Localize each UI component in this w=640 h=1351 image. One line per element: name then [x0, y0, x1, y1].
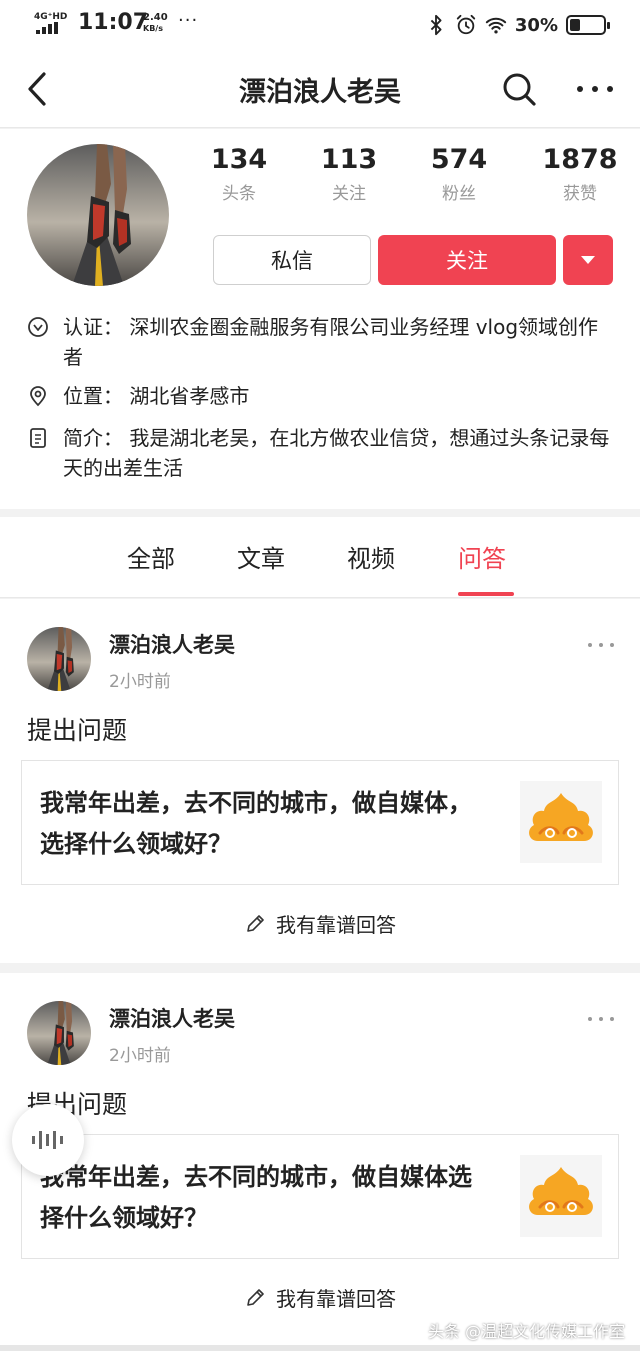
- content-tabs: 全部 文章 视频 问答: [0, 517, 640, 598]
- stat-label: 关注: [332, 184, 366, 204]
- post-type: 提出问题: [27, 716, 128, 745]
- question-text: 我常年出差，去不同的城市，做自媒体，选择什么领域好？: [40, 789, 472, 858]
- answer-button[interactable]: 我有靠谱回答: [0, 1283, 640, 1312]
- top-nav-bar: 漂泊浪人老吴: [0, 50, 640, 128]
- stat-value: 113: [320, 144, 378, 175]
- tab-all[interactable]: 全部: [127, 539, 175, 574]
- follow-dropdown-button[interactable]: [563, 235, 613, 285]
- status-overflow: ···: [178, 10, 199, 31]
- stat-value: 574: [430, 144, 488, 175]
- battery-percent: 30%: [514, 14, 558, 36]
- stat-value: 1878: [542, 144, 618, 175]
- question-card[interactable]: 我常年出差，去不同的城市，做自媒体选择什么领域好？: [21, 1134, 619, 1259]
- network-speed-unit: KB/s: [143, 24, 163, 33]
- avatar[interactable]: [27, 144, 169, 286]
- network-speed: 2.40 KB/s: [143, 12, 168, 34]
- avatar-runner-image: [27, 1001, 91, 1065]
- stat-value: 134: [210, 144, 268, 175]
- author-name[interactable]: 漂泊浪人老吴: [109, 629, 235, 659]
- document-icon: [30, 428, 46, 448]
- stat-followers[interactable]: 574 粉丝: [404, 143, 514, 204]
- more-icon[interactable]: [586, 639, 616, 651]
- avatar-runner-image: [27, 144, 169, 286]
- question-text: 我常年出差，去不同的城市，做自媒体选择什么领域好？: [40, 1163, 472, 1232]
- message-button[interactable]: 私信: [213, 235, 371, 285]
- answer-label: 我有靠谱回答: [276, 913, 396, 937]
- stat-label: 粉丝: [442, 184, 476, 204]
- stat-following[interactable]: 113 关注: [294, 143, 404, 204]
- intro-text: 简介： 我是湖北老吴，在北方做农业信贷，想通过头条记录每天的出差生活: [63, 426, 610, 480]
- more-icon[interactable]: [574, 72, 616, 106]
- tab-qa[interactable]: 问答: [458, 539, 506, 574]
- pencil-icon: [247, 1289, 264, 1306]
- audio-wave-icon: [32, 1131, 63, 1149]
- post-time: 2小时前: [109, 672, 171, 692]
- watermark: 头条 @温超文化传媒工作室: [428, 1322, 626, 1341]
- status-bar: 4G⁺HD 11:07 2.40 KB/s ··· 30%: [0, 0, 640, 50]
- pencil-icon: [247, 915, 264, 932]
- feed-card: 漂泊浪人老吴 2小时前 提出问题 我常年出差，去不同的城市，做自媒体选择什么领域…: [0, 973, 640, 1345]
- author-name[interactable]: 漂泊浪人老吴: [109, 1003, 235, 1033]
- network-speed-value: 2.40: [143, 12, 168, 23]
- wifi-icon: [485, 17, 507, 34]
- stat-label: 获赞: [563, 184, 597, 204]
- answer-label: 我有靠谱回答: [276, 1287, 396, 1311]
- answer-button[interactable]: 我有靠谱回答: [0, 909, 640, 938]
- voice-float-button[interactable]: [12, 1104, 84, 1176]
- verified-icon: [28, 317, 48, 337]
- alarm-icon: [456, 14, 476, 35]
- more-icon[interactable]: [586, 1013, 616, 1025]
- intro-row: 简介： 我是湖北老吴，在北方做农业信贷，想通过头条记录每天的出差生活: [27, 423, 617, 483]
- stat-label: 头条: [222, 184, 256, 204]
- signal-icon: [36, 22, 62, 34]
- tab-articles[interactable]: 文章: [237, 539, 285, 574]
- stat-likes[interactable]: 1878 获赞: [525, 143, 635, 204]
- qa-cloud-icon: [529, 1167, 593, 1215]
- battery-icon: [566, 15, 610, 35]
- network-type: 4G⁺HD: [34, 12, 68, 22]
- avatar[interactable]: [27, 627, 91, 691]
- bottom-edge: [0, 1345, 640, 1351]
- search-icon[interactable]: [500, 70, 538, 108]
- location-text: 位置： 湖北省孝感市: [63, 384, 250, 408]
- verify-text: 认证： 深圳农金圈金融服务有限公司业务经理 vlog领域创作者: [63, 315, 599, 369]
- avatar-runner-image: [27, 627, 91, 691]
- verify-row: 认证： 深圳农金圈金融服务有限公司业务经理 vlog领域创作者: [27, 312, 617, 372]
- location-row: 位置： 湖北省孝感市: [27, 381, 617, 411]
- stat-posts[interactable]: 134 头条: [184, 143, 294, 204]
- qa-cloud-icon: [529, 793, 593, 841]
- follow-button[interactable]: 关注: [378, 235, 556, 285]
- profile-stats: 134 头条 113 关注 574 粉丝 1878 获赞: [184, 143, 640, 213]
- post-time: 2小时前: [109, 1046, 171, 1066]
- caret-down-icon: [581, 256, 595, 264]
- question-thumbnail: [520, 1155, 602, 1237]
- status-time: 11:07: [78, 10, 149, 35]
- question-thumbnail: [520, 781, 602, 863]
- question-card[interactable]: 我常年出差，去不同的城市，做自媒体，选择什么领域好？: [21, 760, 619, 885]
- page-title: 漂泊浪人老吴: [239, 77, 401, 108]
- profile-section: 134 头条 113 关注 574 粉丝 1878 获赞 私信 关注 认证： 深…: [0, 129, 640, 509]
- active-tab-indicator: [458, 592, 514, 596]
- tab-videos[interactable]: 视频: [347, 539, 395, 574]
- bluetooth-icon: [430, 14, 442, 36]
- location-pin-icon: [30, 386, 46, 407]
- feed-card: 漂泊浪人老吴 2小时前 提出问题 我常年出差，去不同的城市，做自媒体，选择什么领…: [0, 599, 640, 963]
- avatar[interactable]: [27, 1001, 91, 1065]
